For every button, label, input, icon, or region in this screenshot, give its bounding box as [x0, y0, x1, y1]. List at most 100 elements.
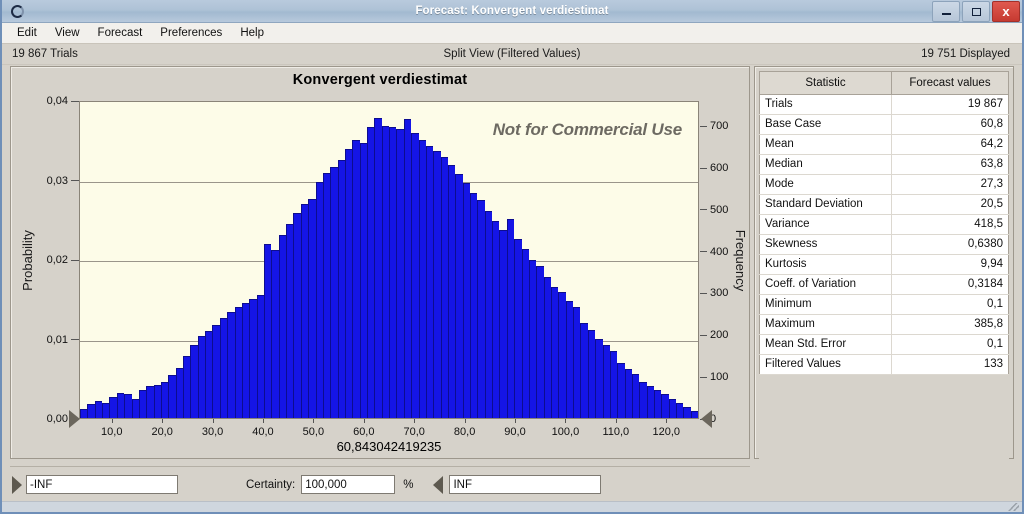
x-tick-label: 60,0: [353, 426, 375, 438]
table-row[interactable]: Median 63,8: [759, 154, 1009, 175]
x-tick-mark: [363, 419, 365, 423]
histogram-plot: Not for Commercial Use: [79, 101, 699, 419]
table-row[interactable]: Mean Std. Error 0,1: [759, 334, 1009, 355]
table-row[interactable]: Kurtosis 9,94: [759, 254, 1009, 275]
upper-bound-marker[interactable]: [701, 410, 712, 428]
resize-grip-icon[interactable]: [1007, 503, 1019, 511]
histogram-bar: [470, 192, 478, 418]
histogram-bar: [146, 386, 154, 418]
x-tick-label: 20,0: [151, 426, 173, 438]
window-title: Forecast: Konvergent verdiestimat: [415, 5, 609, 17]
maximize-icon: [971, 7, 981, 16]
table-row[interactable]: Mode 27,3: [759, 174, 1009, 195]
histogram-bar: [109, 397, 117, 418]
histogram-bar: [411, 132, 419, 418]
column-header-statistic[interactable]: Statistic: [759, 71, 892, 95]
statistics-pane: Statistic Forecast values Trials 19 867 Ba…: [754, 66, 1014, 475]
histogram-bar: [322, 173, 331, 418]
minimize-icon: [941, 13, 951, 15]
statistic-value: 418,5: [891, 214, 1009, 235]
plot-wrapper: Probability 0,00 0,01 0,02 0,03 0,04 Not for…: [11, 67, 749, 458]
table-row[interactable]: Minimum 0,1: [759, 294, 1009, 315]
histogram-bar: [499, 229, 507, 418]
x-tick-label: 70,0: [403, 426, 425, 438]
table-row[interactable]: Trials 19 867: [759, 94, 1009, 115]
title-bar[interactable]: Forecast: Konvergent verdiestimat x: [2, 0, 1022, 23]
histogram-bar: [609, 350, 618, 418]
table-row[interactable]: Mean 64,2: [759, 134, 1009, 155]
statistic-value: 0,1: [891, 294, 1009, 315]
x-tick-mark: [615, 419, 617, 423]
statistics-rows: Trials 19 867 Base Case 60,8 Mean 64,2 Median 6…: [759, 94, 1009, 375]
menu-item-view[interactable]: View: [46, 24, 89, 42]
upper-bound-handle-icon[interactable]: [433, 475, 444, 494]
x-tick-mark: [666, 419, 668, 423]
certainty-input[interactable]: [301, 475, 396, 494]
table-row[interactable]: Variance 418,5: [759, 214, 1009, 235]
histogram-bar: [102, 403, 110, 418]
histogram-bar: [219, 318, 228, 418]
histogram-bar: [205, 331, 213, 418]
y-tick-label: 0,03: [47, 175, 79, 187]
statistic-name: Median: [759, 154, 892, 175]
table-row[interactable]: Coeff. of Variation 0,3184: [759, 274, 1009, 295]
histogram-bar: [624, 369, 632, 418]
x-tick-mark: [212, 419, 214, 423]
histogram-bar: [381, 125, 390, 418]
histogram-bar: [160, 381, 169, 418]
statistic-value: 27,3: [891, 174, 1009, 195]
statistic-value: 19 867: [891, 94, 1009, 115]
table-row[interactable]: Standard Deviation 20,5: [759, 194, 1009, 215]
minimize-button[interactable]: [932, 1, 960, 22]
x-tick-mark: [565, 419, 567, 423]
histogram-bar: [344, 149, 353, 418]
table-row[interactable]: Filtered Values 133: [759, 354, 1009, 375]
histogram-bar: [263, 244, 272, 418]
histogram-bar: [300, 203, 309, 418]
column-header-values[interactable]: Forecast values: [890, 71, 1010, 95]
histogram-bar: [477, 199, 485, 418]
statistic-value: 0,6380: [891, 234, 1009, 255]
forecast-window: Forecast: Konvergent verdiestimat x Edit…: [0, 0, 1024, 514]
y2-tick-label: 100: [700, 371, 728, 383]
lower-bound-marker[interactable]: [69, 410, 80, 428]
statistic-name: Coeff. of Variation: [759, 274, 892, 295]
window-controls: x: [932, 1, 1020, 22]
table-row[interactable]: Base Case 60,8: [759, 114, 1009, 135]
upper-bound-input[interactable]: [449, 475, 602, 494]
table-row[interactable]: Skewness 0,6380: [759, 234, 1009, 255]
histogram-bar: [462, 183, 471, 418]
x-tick-label: 30,0: [201, 426, 224, 438]
displayed-count: 19 751 Displayed: [921, 48, 1010, 60]
x-tick-label: 120,0: [652, 426, 680, 438]
x-tick-mark: [111, 419, 113, 423]
statistics-table: Statistic Forecast values Trials 19 867 Ba…: [759, 71, 1010, 375]
statistic-name: Minimum: [759, 294, 892, 315]
close-button[interactable]: x: [992, 1, 1020, 22]
histogram-bar: [212, 324, 220, 418]
menu-item-help[interactable]: Help: [231, 24, 273, 42]
maximize-button[interactable]: [962, 1, 990, 22]
menu-item-edit[interactable]: Edit: [8, 24, 46, 42]
x-tick-mark: [515, 419, 517, 423]
statistic-value: 385,8: [891, 314, 1009, 335]
menu-item-forecast[interactable]: Forecast: [89, 24, 152, 42]
table-row[interactable]: Maximum 385,8: [759, 314, 1009, 335]
histogram-bar: [646, 385, 655, 418]
menu-item-preferences[interactable]: Preferences: [151, 24, 231, 42]
histogram-bar: [639, 381, 647, 418]
histogram-bar: [587, 329, 596, 418]
x-tick-mark: [162, 419, 164, 423]
histogram-bar: [580, 323, 588, 418]
y-axis-right-ticks: 0 100 200 300 400 500 600 700: [700, 101, 734, 425]
histogram-bar: [683, 406, 691, 418]
table-header-row: Statistic Forecast values: [759, 71, 1010, 95]
histogram-bar: [116, 392, 125, 418]
histogram-bar: [359, 143, 368, 418]
lower-bound-input[interactable]: [26, 475, 178, 494]
info-bar: 19 867 Trials Split View (Filtered Value…: [2, 44, 1022, 65]
histogram-bar: [168, 374, 176, 418]
watermark-label: Not for Commercial Use: [492, 120, 682, 139]
lower-bound-handle-icon[interactable]: [12, 475, 22, 494]
statistic-value: 63,8: [891, 154, 1009, 175]
